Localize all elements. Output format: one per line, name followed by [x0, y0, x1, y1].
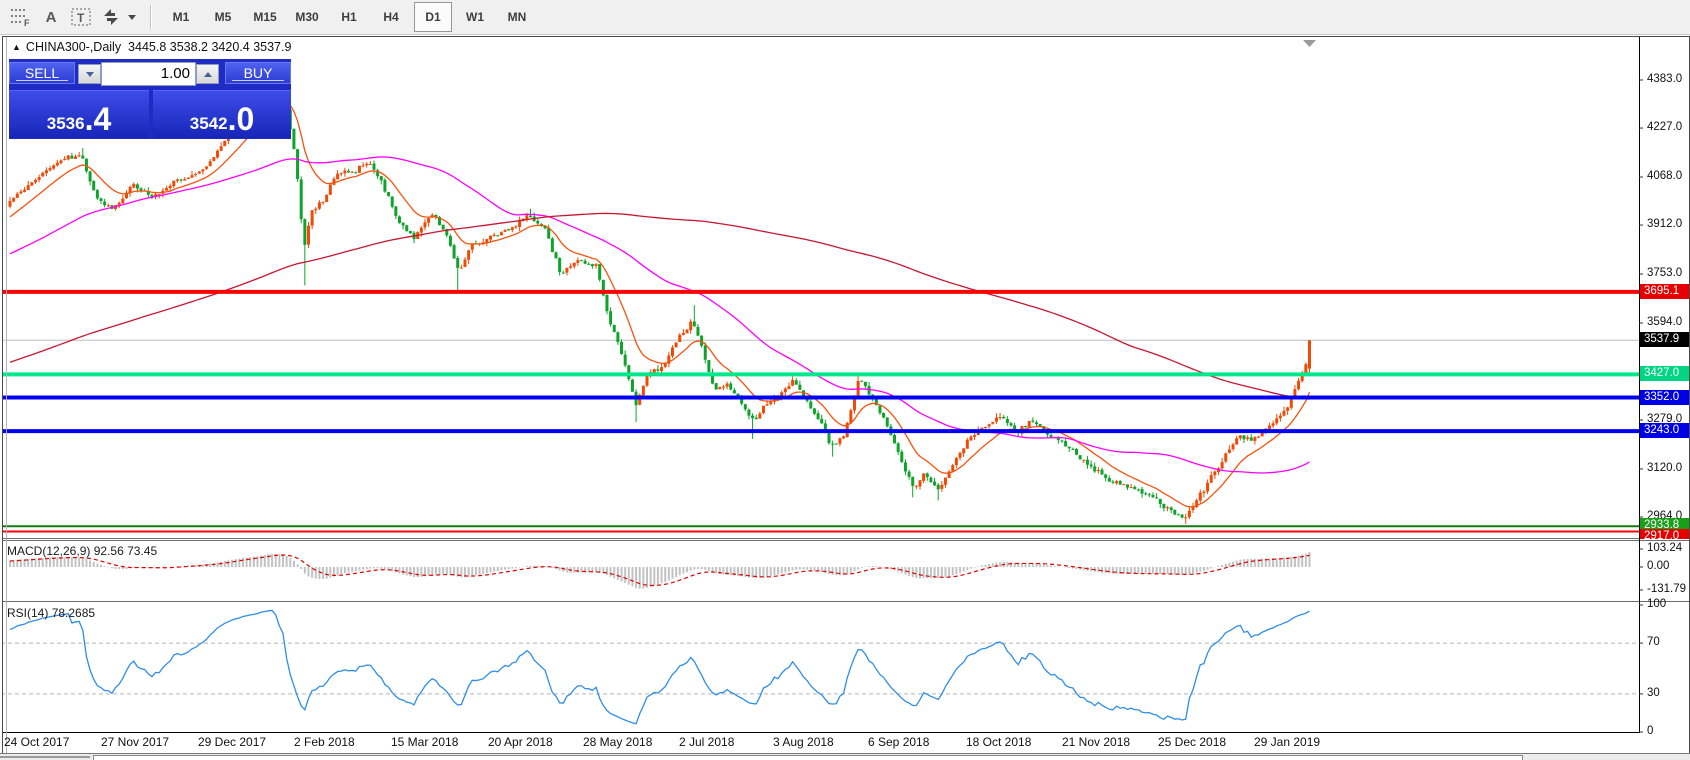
moving-average-fast: [10, 100, 1309, 507]
date-axis-label: 15 Mar 2018: [391, 735, 458, 749]
moving-average-slow: [10, 213, 1309, 399]
timeframe-button-D1[interactable]: D1: [414, 2, 452, 32]
ohlc-high: 3538.2: [170, 40, 208, 54]
symbol-period-label: CHINA300-,Daily: [26, 40, 121, 54]
candlestick-series: [9, 74, 1311, 524]
text-label-icon[interactable]: A: [36, 4, 66, 30]
macd-axis-tick: -131.79: [1647, 583, 1686, 595]
fibonacci-grid-icon[interactable]: F: [6, 4, 36, 30]
text-box-icon[interactable]: T: [66, 4, 96, 30]
toolbar-separator: [150, 5, 152, 29]
volume-input[interactable]: 1.00: [101, 62, 196, 86]
macd-signal-line: [10, 555, 1309, 585]
timeframe-button-W1[interactable]: W1: [456, 2, 494, 32]
date-axis-label: 20 Apr 2018: [488, 735, 553, 749]
date-axis-label: 29 Jan 2019: [1254, 735, 1320, 749]
timeframe-button-MN[interactable]: MN: [498, 2, 536, 32]
ohlc-close: 3537.9: [253, 40, 291, 54]
rsi-value: 78.2685: [52, 606, 95, 620]
timeframe-button-M30[interactable]: M30: [288, 2, 326, 32]
volume-decrease-button[interactable]: [78, 64, 101, 84]
macd-signal-value: 73.45: [127, 544, 157, 558]
price-axis-badges: 3695.13537.93427.03352.03243.02933.82917…: [1639, 38, 1689, 539]
ohlc-open: 3445.8: [128, 40, 166, 54]
quote-expand-icon[interactable]: ▲: [12, 42, 21, 52]
arrow-down-icon: [86, 72, 94, 77]
one-click-trade-panel: SELL 1.00 BUY 3536.4 3542.0: [9, 59, 291, 139]
timeframe-button-H1[interactable]: H1: [330, 2, 368, 32]
buy-button[interactable]: BUY: [225, 62, 291, 84]
rsi-axis-tick: 0: [1647, 725, 1653, 737]
macd-main-value: 92.56: [94, 544, 124, 558]
sell-price-main: 3536: [47, 114, 85, 134]
price-line-badge-3352.0: 3352.0: [1640, 390, 1689, 405]
buy-price-pips: .0: [228, 104, 255, 134]
sell-price-display[interactable]: 3536.4: [9, 90, 149, 138]
date-axis[interactable]: 24 Oct 2017 27 Nov 2017 29 Dec 2017 2 Feb 2…: [3, 735, 1639, 753]
price-line-badge-3695.1: 3695.1: [1640, 284, 1689, 299]
window-inner-edge: [6, 37, 7, 753]
date-axis-label: 27 Nov 2017: [101, 735, 169, 749]
price-line-badge-3427.0: 3427.0: [1640, 366, 1689, 381]
toolbar: F A T M1M5M15M30H1H4D1W1MN: [0, 0, 1690, 35]
arrow-up-icon: [204, 72, 212, 77]
date-axis-label: 6 Sep 2018: [868, 735, 929, 749]
rsi-line: [10, 610, 1309, 723]
price-line-badge-2917.0: 2917.0: [1640, 529, 1689, 539]
tab-strip-stub: [0, 756, 90, 758]
chart-title: ▲ CHINA300-,Daily 3445.8 3538.2 3420.4 35…: [12, 40, 291, 54]
rsi-axis-tick: 30: [1647, 687, 1660, 699]
text-glyph: T: [77, 11, 85, 25]
chart-tab-sliver[interactable]: [93, 755, 1523, 760]
drawing-tools-group: F A T: [6, 4, 136, 30]
date-axis-label: 28 May 2018: [583, 735, 652, 749]
fibo-glyph: F: [24, 18, 30, 27]
date-axis-label: 21 Nov 2018: [1062, 735, 1130, 749]
timeframe-button-M5[interactable]: M5: [204, 2, 242, 32]
timeframe-button-M15[interactable]: M15: [246, 2, 284, 32]
buy-price-main: 3542: [190, 114, 228, 134]
sell-price-pips: .4: [85, 104, 112, 134]
date-axis-label: 29 Dec 2017: [198, 735, 266, 749]
date-axis-label: 2 Jul 2018: [679, 735, 734, 749]
date-axis-label: 2 Feb 2018: [294, 735, 355, 749]
timeframe-button-H4[interactable]: H4: [372, 2, 410, 32]
price-chart-canvas[interactable]: [3, 37, 1689, 753]
date-axis-label: 25 Dec 2018: [1158, 735, 1226, 749]
price-line-badge-3537.9: 3537.9: [1640, 332, 1689, 347]
rsi-label: RSI(14) 78.2685: [7, 606, 95, 620]
timeframe-group: M1M5M15M30H1H4D1W1MN: [160, 0, 538, 34]
volume-increase-button[interactable]: [196, 64, 219, 84]
rsi-panel: [3, 610, 1639, 723]
buy-price-display[interactable]: 3542.0: [153, 90, 291, 138]
rsi-axis-tick: 100: [1647, 598, 1666, 610]
timeframe-button-M1[interactable]: M1: [162, 2, 200, 32]
chart-window: ▲ CHINA300-,Daily 3445.8 3538.2 3420.4 35…: [2, 36, 1690, 754]
ohlc-low: 3420.4: [211, 40, 249, 54]
macd-label: MACD(12,26,9) 92.56 73.45: [7, 544, 157, 558]
main-price-panel: [3, 74, 1639, 532]
macd-axis-tick: 0.00: [1647, 560, 1669, 572]
moving-average-medium: [10, 157, 1309, 473]
macd-panel: [10, 552, 1309, 589]
date-axis-label: 24 Oct 2017: [4, 735, 69, 749]
macd-axis-tick: 103.24: [1647, 542, 1682, 554]
chart-shift-marker-icon[interactable]: [1303, 40, 1316, 47]
rsi-axis-tick: 70: [1647, 636, 1660, 648]
arrows-tool-icon[interactable]: [96, 4, 126, 30]
date-axis-label: 3 Aug 2018: [773, 735, 834, 749]
price-line-badge-3243.0: 3243.0: [1640, 423, 1689, 438]
sell-button[interactable]: SELL: [9, 62, 75, 84]
date-axis-label: 18 Oct 2018: [966, 735, 1031, 749]
arrows-dropdown-icon[interactable]: [128, 15, 136, 20]
